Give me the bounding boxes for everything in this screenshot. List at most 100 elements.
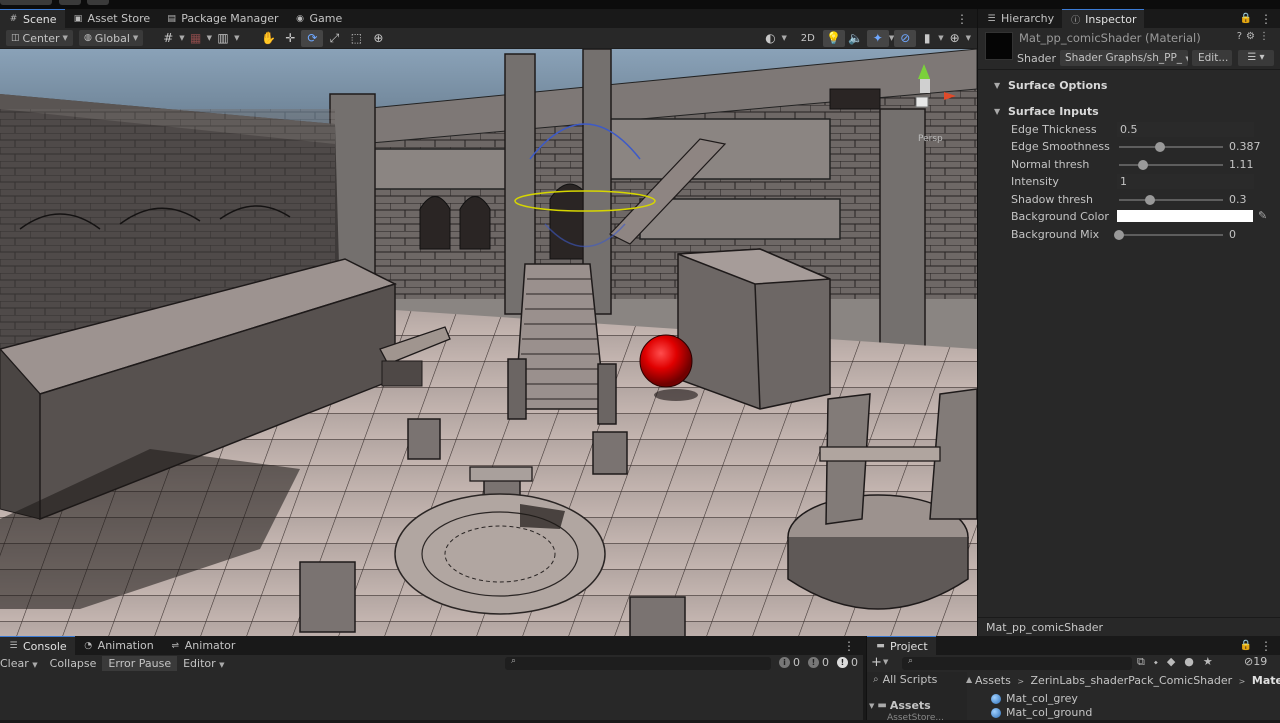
- draw-mode-icon[interactable]: ◐: [759, 30, 781, 47]
- tab-game[interactable]: ◉ Game: [287, 9, 351, 28]
- slider-knob[interactable]: [1145, 195, 1156, 205]
- more-options-icon[interactable]: ⋮: [1260, 639, 1272, 653]
- tab-animation[interactable]: ◔ Animation: [75, 636, 162, 655]
- info-icon[interactable]: ●: [1184, 655, 1203, 668]
- tab-package-manager[interactable]: ▤ Package Manager: [158, 9, 286, 28]
- tag-icon[interactable]: ◆: [1167, 655, 1184, 668]
- collapse-button[interactable]: Collapse: [44, 656, 103, 671]
- folder-icon: ▬: [876, 641, 885, 651]
- chevron-down-icon: ▼: [965, 34, 971, 42]
- slider-track[interactable]: [1119, 146, 1223, 148]
- shader-menu-button[interactable]: ☰ ▾: [1238, 50, 1274, 66]
- increment-snap-icon[interactable]: ▦: [185, 30, 207, 47]
- editor-dropdown[interactable]: Editor ▼: [177, 656, 230, 671]
- breadcrumb-item[interactable]: Assets: [975, 674, 1011, 687]
- add-icon[interactable]: +: [871, 655, 882, 670]
- slider-track[interactable]: [1119, 199, 1223, 201]
- audio-icon[interactable]: 🔈: [845, 30, 867, 47]
- rotate-tool-icon[interactable]: ⟳: [301, 29, 324, 47]
- slider-knob[interactable]: [1154, 142, 1165, 152]
- clear-button[interactable]: Clear ▼: [0, 656, 44, 671]
- edge-thickness-field[interactable]: [1117, 122, 1254, 137]
- tree-item-assets[interactable]: ▼ ▬ Assets: [869, 699, 931, 712]
- warning-icon: !: [808, 657, 819, 668]
- shader-dropdown[interactable]: Shader Graphs/sh_PP_ ▼: [1060, 50, 1188, 66]
- camera-icon[interactable]: ▮: [916, 30, 938, 47]
- prop-edge-thickness: Edge Thickness 0.5: [978, 121, 1280, 138]
- tab-label: Inspector: [1085, 12, 1137, 26]
- more-options-icon[interactable]: ⋮: [1260, 12, 1272, 26]
- more-options-icon[interactable]: ⋮: [956, 12, 968, 26]
- slider-knob[interactable]: [1114, 230, 1124, 240]
- edit-shader-button[interactable]: Edit...: [1192, 50, 1232, 66]
- effects-icon[interactable]: ✦: [866, 29, 889, 47]
- space-dropdown[interactable]: ◍ Global ▼: [78, 30, 144, 46]
- material-title: Mat_pp_comicShader (Material): [1019, 31, 1201, 45]
- favorite-icon[interactable]: ★: [1203, 655, 1222, 668]
- scroll-up-icon[interactable]: ▲: [966, 675, 972, 684]
- breadcrumb-item[interactable]: ZerinLabs_shaderPack_ComicShader: [1031, 674, 1233, 687]
- prop-value[interactable]: 1.11: [1229, 158, 1254, 171]
- chevron-down-icon: ▼: [219, 661, 225, 669]
- tree-item-all-scripts[interactable]: ⌕ All Scripts: [873, 673, 937, 686]
- scene-viewport[interactable]: Persp: [0, 49, 977, 636]
- tab-scene[interactable]: # Scene: [0, 9, 65, 28]
- move-tool-icon[interactable]: ✛: [279, 30, 301, 47]
- tab-asset-store[interactable]: ▣ Asset Store: [65, 9, 159, 28]
- eyedropper-icon[interactable]: ✎: [1258, 209, 1267, 222]
- pivot-dropdown[interactable]: ◫ Center ▼: [6, 30, 73, 46]
- slider-knob[interactable]: [1137, 160, 1148, 170]
- tab-inspector[interactable]: ⓘ Inspector: [1062, 9, 1145, 28]
- shader-value: Shader Graphs/sh_PP_: [1065, 52, 1183, 64]
- prop-label: Edge Thickness: [1011, 123, 1097, 136]
- help-icon[interactable]: ?: [1237, 31, 1246, 42]
- mode-2d-button[interactable]: 2D: [793, 30, 823, 47]
- breadcrumb-item-current[interactable]: Materials: [1252, 674, 1280, 687]
- hand-tool-icon[interactable]: ✋: [257, 30, 279, 47]
- prop-value[interactable]: 0: [1229, 228, 1236, 241]
- clear-label: Clear: [0, 657, 29, 670]
- settings-icon[interactable]: ⚙: [1246, 31, 1259, 42]
- warning-count[interactable]: ! 0: [808, 656, 829, 669]
- filter-label-icon[interactable]: ⬩: [1154, 655, 1167, 668]
- project-search-input[interactable]: ⌕: [902, 656, 1132, 670]
- more-options-icon[interactable]: ⋮: [1259, 31, 1273, 42]
- filter-type-icon[interactable]: ⧉: [1137, 655, 1154, 668]
- window-control-edge: [87, 0, 109, 5]
- surface-options-foldout[interactable]: ▼ Surface Options: [978, 76, 1280, 94]
- slider-track[interactable]: [1119, 234, 1223, 236]
- tree-item-assetstore[interactable]: AssetStore...: [887, 713, 944, 723]
- console-log-area[interactable]: [0, 672, 863, 720]
- asset-item[interactable]: Mat_col_ground: [991, 706, 1092, 719]
- hidden-count[interactable]: ⊘19: [1244, 655, 1267, 668]
- tab-label: Package Manager: [181, 12, 279, 25]
- prop-value[interactable]: 0.387: [1229, 140, 1261, 153]
- error-pause-button[interactable]: Error Pause: [102, 656, 178, 671]
- hidden-objects-icon[interactable]: ⊘: [894, 29, 917, 47]
- console-search-input[interactable]: ⌕: [505, 656, 771, 670]
- lighting-icon[interactable]: 💡: [822, 29, 845, 47]
- background-color-swatch[interactable]: [1117, 210, 1253, 222]
- asset-item[interactable]: Mat_col_grey: [991, 692, 1078, 705]
- prop-value[interactable]: 0.3: [1229, 193, 1247, 206]
- inspector-panel: Mat_pp_comicShader (Material) ?⚙⋮ Shader…: [977, 28, 1280, 636]
- gizmos-icon[interactable]: ⊕: [944, 30, 966, 47]
- error-count[interactable]: ! 0: [837, 656, 858, 669]
- more-options-icon[interactable]: ⋮: [843, 639, 855, 653]
- tab-console[interactable]: ☰ Console: [0, 636, 75, 655]
- log-count[interactable]: i0: [779, 656, 800, 669]
- tab-project[interactable]: ▬ Project: [867, 636, 936, 655]
- surface-inputs-foldout[interactable]: ▼ Surface Inputs: [978, 102, 1280, 120]
- lock-icon[interactable]: 🔒: [1240, 13, 1252, 24]
- rect-tool-icon[interactable]: ⬚: [345, 30, 367, 47]
- slider-track[interactable]: [1119, 164, 1223, 166]
- lock-icon[interactable]: 🔒: [1240, 640, 1252, 651]
- tab-animator[interactable]: ⇌ Animator: [162, 636, 244, 655]
- intensity-field[interactable]: [1117, 174, 1254, 189]
- transform-tool-icon[interactable]: ⊕: [367, 30, 389, 47]
- scale-tool-icon[interactable]: ⤢: [323, 30, 345, 47]
- tab-hierarchy[interactable]: ☰ Hierarchy: [978, 9, 1062, 28]
- grid-snap-icon[interactable]: #: [157, 30, 179, 47]
- tab-label: Game: [309, 12, 343, 25]
- ruler-icon[interactable]: ▥: [212, 30, 234, 47]
